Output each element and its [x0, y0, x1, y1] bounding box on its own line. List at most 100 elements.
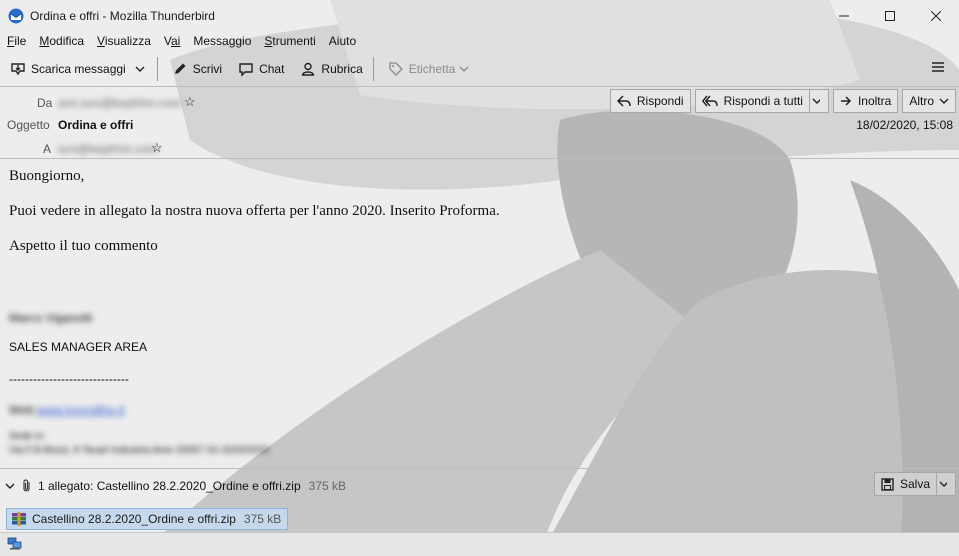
- menu-help-first: Ai: [328, 34, 340, 48]
- menu-tools-label: trumenti: [272, 34, 316, 48]
- more-label: Altro: [909, 94, 934, 108]
- attachment-total-size: 375 kB: [308, 479, 346, 493]
- menu-view-label: isualizza: [104, 34, 151, 48]
- menu-edit-label: odifica: [49, 34, 85, 48]
- reply-label: Rispondi: [636, 94, 684, 108]
- tag-icon: [389, 62, 403, 76]
- attachment-list: Castellino 28.2.2020_Ordine e offri.zip …: [0, 504, 959, 532]
- chevron-down-icon: [812, 98, 820, 104]
- reply-all-dropdown[interactable]: [809, 89, 829, 113]
- to-value[interactable]: iurs@keplrhm.com: [58, 142, 158, 156]
- reply-all-button[interactable]: Rispondi a tutti: [694, 89, 810, 113]
- address-book-button[interactable]: Rubrica: [294, 56, 368, 82]
- window-title: Ordina e offri - Mozilla Thunderbird: [30, 8, 215, 23]
- address-book-icon: [302, 62, 315, 76]
- from-label: Da: [37, 96, 53, 110]
- download-icon: [11, 63, 25, 76]
- body-line-comment: Aspetto il tuo commento: [9, 238, 158, 254]
- write-button[interactable]: Scrivi: [166, 56, 228, 82]
- chevron-down-icon: [939, 98, 949, 104]
- attachment-item[interactable]: Castellino 28.2.2020_Ordine e offri.zip …: [6, 508, 289, 530]
- menu-message-first: M: [193, 34, 204, 48]
- menu-go[interactable]: Vai: [157, 34, 186, 48]
- forward-button[interactable]: Inoltra: [832, 89, 899, 113]
- menu-go-accesskey: ai: [171, 34, 181, 48]
- reply-all-icon: [701, 95, 718, 107]
- reply-buttons: Rispondi Rispondi a tutti Inoltra Altro: [606, 89, 956, 113]
- forward-arrow-icon: [840, 96, 852, 106]
- get-messages-dropdown[interactable]: [132, 56, 153, 82]
- star-icon[interactable]: ☆: [184, 94, 196, 110]
- reply-all-label: Rispondi a tutti: [723, 94, 803, 108]
- menu-bar: File Modifica Visualizza Vai Messaggio S…: [0, 31, 959, 51]
- chat-label: Chat: [259, 62, 285, 76]
- maximize-icon: [885, 10, 895, 21]
- pencil-icon: [174, 63, 186, 74]
- from-value[interactable]: ann.iurs@keplrhm.com: [58, 96, 182, 110]
- minimize-button[interactable]: [821, 0, 867, 31]
- signature-address: Via F.Ili Bozzi, 8 Tavarl Industria Aree…: [9, 445, 269, 456]
- save-label: Salva: [899, 477, 930, 491]
- floppy-disk-icon: [881, 477, 894, 491]
- menu-help[interactable]: Aiuto: [322, 34, 362, 48]
- subject-label: Oggetto: [7, 118, 50, 132]
- chat-button[interactable]: Chat: [232, 56, 290, 82]
- hamburger-menu-icon: [932, 62, 944, 72]
- star-icon[interactable]: ☆: [151, 140, 163, 156]
- menu-edit-accesskey: M: [39, 34, 50, 48]
- address-book-label: Rubrica: [321, 62, 363, 76]
- attachment-bar: 1 allegato: Castellino 28.2.2020_Ordine …: [0, 469, 959, 503]
- thunderbird-logo-icon: [8, 8, 24, 23]
- app-menu-button[interactable]: [931, 60, 945, 77]
- write-label: Scrivi: [192, 62, 223, 76]
- signature-role: SALES MANAGER AREA: [9, 340, 148, 354]
- get-messages-button[interactable]: Scarica messaggi: [4, 56, 132, 82]
- chevron-down-icon: [135, 66, 145, 72]
- main-toolbar: Scarica messaggi Scrivi Chat Rubrica Eti…: [0, 52, 959, 86]
- chevron-down-icon: [459, 66, 469, 72]
- attachment-file-size: 375 kB: [243, 512, 282, 526]
- network-status-icon[interactable]: [7, 537, 23, 551]
- maximize-button[interactable]: [867, 0, 913, 31]
- attachment-summary[interactable]: 1 allegato: Castellino 28.2.2020_Ordine …: [38, 479, 301, 493]
- menu-edit[interactable]: Modifica: [32, 34, 90, 48]
- title-bar: Ordina e offri - Mozilla Thunderbird: [0, 0, 959, 31]
- menu-file[interactable]: File: [0, 34, 32, 48]
- signature-web-label: Web:: [9, 403, 37, 417]
- save-attachment-group: Salva: [873, 472, 956, 496]
- menu-message-label: essaggio: [203, 34, 252, 48]
- menu-view[interactable]: Visualizza: [90, 34, 157, 48]
- toolbar-divider: [156, 57, 158, 81]
- menu-file-label: ile: [14, 34, 27, 48]
- subject-value: Ordina e offri: [58, 118, 134, 132]
- toolbar-divider: [372, 57, 374, 81]
- reply-arrow-icon: [616, 95, 631, 107]
- tag-button[interactable]: Etichetta: [382, 56, 476, 82]
- paperclip-icon: [23, 479, 30, 492]
- chat-bubble-icon: [239, 63, 253, 77]
- menu-view-accesskey: V: [97, 34, 105, 48]
- forward-label: Inoltra: [857, 94, 892, 108]
- reply-button[interactable]: Rispondi: [609, 89, 691, 113]
- zip-archive-icon: [12, 512, 26, 526]
- more-button[interactable]: Altro: [902, 89, 956, 113]
- to-label: A: [43, 142, 52, 156]
- signature-name: Marco Viganotti: [9, 311, 93, 325]
- menu-message[interactable]: Messaggio: [186, 34, 257, 48]
- menu-go-first: V: [163, 34, 171, 48]
- close-button[interactable]: [913, 0, 959, 31]
- chevron-down-icon[interactable]: [5, 481, 15, 491]
- body-greeting: Buongiorno,: [9, 168, 85, 184]
- attachment-file-name: Castellino 28.2.2020_Ordine e offri.zip: [32, 512, 236, 526]
- save-button[interactable]: Salva: [873, 472, 937, 496]
- tag-label: Etichetta: [408, 62, 456, 76]
- get-messages-label: Scarica messaggi: [31, 62, 126, 76]
- signature-web-link[interactable]: www.trsvndthe.it: [37, 403, 124, 417]
- menu-tools[interactable]: Strumenti: [257, 34, 321, 48]
- minimize-icon: [839, 15, 849, 16]
- chevron-down-icon: [939, 481, 947, 487]
- signature-address-label: Sede in:: [9, 431, 46, 442]
- save-dropdown[interactable]: [937, 472, 956, 496]
- signature-separator: ------------------------------: [9, 372, 129, 386]
- menu-help-label: uto: [339, 34, 357, 48]
